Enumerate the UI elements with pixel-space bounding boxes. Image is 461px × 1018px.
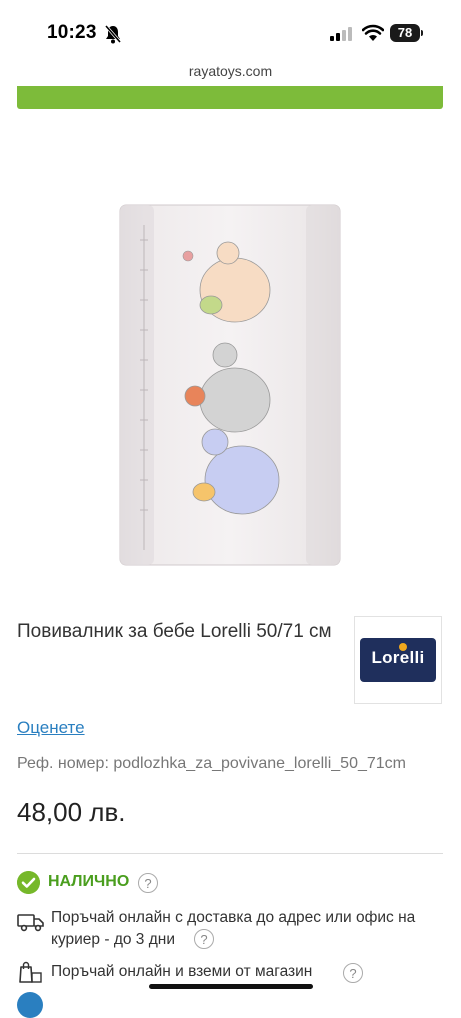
brand-logo-dot [399,643,407,651]
status-bar: 10:23 78 [0,0,461,60]
store-pickup-info: Поръчай онлайн и вземи от магазин [51,963,313,980]
delivery-truck-icon [17,914,44,932]
product-image[interactable] [90,150,380,590]
home-indicator[interactable] [149,984,313,989]
stock-help-icon[interactable]: ? [138,873,158,893]
battery-icon: 78 [390,24,420,42]
battery-tip [421,30,423,36]
address-bar-url[interactable]: rayatoys.com [0,63,461,79]
brand-logo-box[interactable]: Lorelli [354,616,442,704]
store-help-icon[interactable]: ? [343,963,363,983]
delivery-info: Поръчай онлайн с доставка до адрес или о… [51,907,446,951]
product-title: Повивалник за бебе Lorelli 50/71 см [17,621,332,642]
store-bag-icon [19,961,42,983]
stock-status: НАЛИЧНО [48,873,130,890]
delivery-help-icon[interactable]: ? [194,929,214,949]
bell-slash-icon [104,25,122,44]
brand-logo: Lorelli [360,638,436,682]
add-to-cart-bar[interactable] [17,86,443,109]
rate-product-link[interactable]: Оценете [17,718,85,738]
divider [17,853,443,854]
delivery-info-text: Поръчай онлайн с доставка до адрес или о… [51,909,416,948]
clock: 10:23 [47,22,97,43]
wifi-icon [362,24,384,41]
product-price: 48,00 лв. [17,797,126,827]
chat-button[interactable] [17,992,43,1018]
signal-icon [330,27,352,41]
brand-name: Lorelli [371,648,425,667]
reference-number: Реф. номер: podlozhka_za_povivane_lorell… [17,755,406,772]
check-circle-icon [17,871,40,894]
